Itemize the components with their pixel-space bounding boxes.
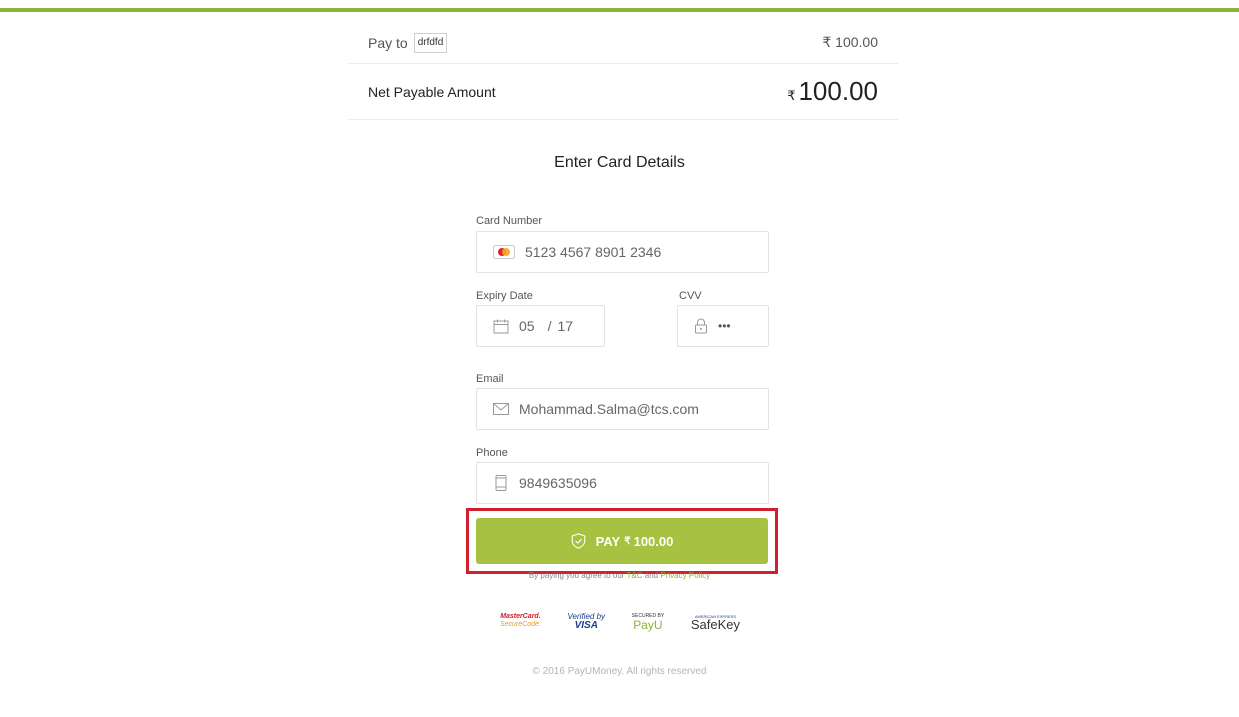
expiry-separator: / — [547, 318, 552, 334]
mastercard-securecode-logo: MasterCard. SecureCode. — [500, 613, 541, 629]
pay-button[interactable]: PAY ₹ 100.00 — [476, 518, 768, 564]
security-logos: MasterCard. SecureCode. Verified by VISA… — [500, 606, 740, 636]
mastercard-icon — [493, 245, 515, 259]
email-label: Email — [476, 373, 504, 385]
verified-by-visa-logo: Verified by VISA — [568, 612, 606, 631]
amex-safekey-logo: AMERICAN EXPRESS SafeKey — [690, 613, 740, 632]
merchant-name: drfdfd — [413, 32, 448, 53]
card-number-label: Card Number — [476, 215, 543, 227]
envelope-icon — [493, 403, 509, 415]
safekey-logo-line2: SafeKey — [690, 617, 740, 632]
expiry-date-label: Expiry Date — [476, 290, 533, 302]
mastercard-logo-line2: SecureCode. — [500, 621, 541, 628]
net-amount-value: 100.00 — [798, 76, 878, 106]
top-accent-bar — [0, 8, 1239, 12]
copyright-footer: © 2016 PayUMoney. All rights reserved — [532, 666, 707, 677]
card-number-value: 5123 4567 8901 2346 — [525, 244, 662, 260]
cvv-field[interactable]: ••• — [677, 305, 769, 347]
mobile-phone-icon — [495, 475, 507, 491]
visa-logo-line2: VISA — [574, 620, 598, 631]
payment-summary: Pay to drfdfd ₹ 100.00 Net Payable Amoun… — [348, 22, 898, 120]
pay-button-label: PAY — [595, 533, 621, 549]
terms-prefix: By paying you agree to our — [528, 571, 625, 580]
pay-to-label: Pay to — [368, 34, 408, 51]
terms-text: By paying you agree to our T&C and Priva… — [0, 571, 1239, 580]
form-title: Enter Card Details — [554, 154, 685, 171]
pay-to-left: Pay to drfdfd — [368, 32, 448, 53]
expiry-date-field[interactable]: 05 / 17 — [476, 305, 605, 347]
pay-button-amount: 100.00 — [633, 533, 674, 549]
net-payable-row: Net Payable Amount ₹ 100.00 — [348, 64, 898, 120]
terms-link[interactable]: T&C — [627, 571, 643, 580]
pay-button-currency: ₹ — [624, 535, 631, 547]
shield-check-icon — [571, 533, 586, 549]
expiry-year: 17 — [557, 318, 574, 334]
net-payable-label: Net Payable Amount — [368, 83, 496, 100]
cvv-value: ••• — [718, 319, 731, 333]
net-payable-amount: ₹ 100.00 — [787, 76, 878, 107]
payu-logo-line2: PayU — [633, 618, 663, 632]
phone-label: Phone — [476, 447, 508, 459]
email-field[interactable]: Mohammad.Salma@tcs.com — [476, 388, 769, 430]
pay-to-row: Pay to drfdfd ₹ 100.00 — [348, 22, 898, 64]
cvv-label: CVV — [679, 290, 702, 302]
pay-to-amount: ₹ 100.00 — [822, 34, 878, 50]
terms-and: and — [644, 571, 659, 580]
privacy-policy-link[interactable]: Privacy Policy — [660, 571, 710, 580]
mastercard-logo-line1: MasterCard. — [500, 613, 541, 620]
phone-field[interactable]: 9849635096 — [476, 462, 769, 504]
calendar-icon — [493, 319, 509, 334]
secured-by-payu-logo: SECURED BY PayU — [632, 612, 665, 632]
card-number-field[interactable]: 5123 4567 8901 2346 — [476, 231, 769, 273]
email-value: Mohammad.Salma@tcs.com — [519, 401, 699, 417]
phone-value: 9849635096 — [519, 475, 597, 491]
expiry-month: 05 — [519, 318, 535, 334]
lock-icon — [694, 318, 708, 334]
net-currency-symbol: ₹ — [787, 88, 796, 103]
